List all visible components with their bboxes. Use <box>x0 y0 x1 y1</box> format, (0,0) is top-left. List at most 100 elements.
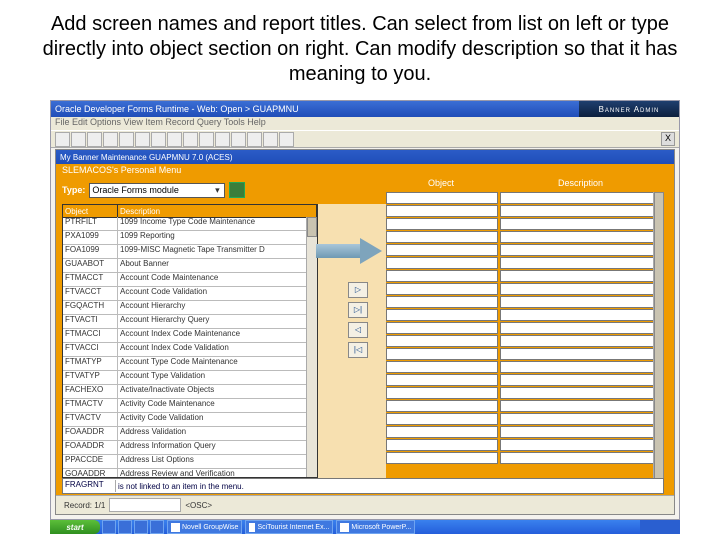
quicklaunch-icon[interactable] <box>150 520 164 534</box>
save-icon[interactable] <box>55 132 70 147</box>
remove-selection-button[interactable]: ◁ <box>348 322 368 338</box>
cell-description-input[interactable] <box>500 283 654 295</box>
table-row[interactable]: FOA10991099-MISC Magnetic Tape Transmitt… <box>63 245 307 259</box>
cell-description-input[interactable] <box>500 231 654 243</box>
table-row[interactable]: FOAADDRAddress Validation <box>63 427 307 441</box>
remove-all-button[interactable]: |◁ <box>348 342 368 358</box>
table-row[interactable] <box>386 244 654 257</box>
table-row[interactable] <box>386 439 654 452</box>
cell-object-input[interactable] <box>386 452 498 464</box>
table-row[interactable]: PXA10991099 Reporting <box>63 231 307 245</box>
table-row[interactable]: FGQACTHAccount Hierarchy <box>63 301 307 315</box>
cell-description-input[interactable] <box>500 387 654 399</box>
scroll-thumb[interactable] <box>307 217 317 237</box>
cell-description-input[interactable] <box>500 348 654 360</box>
cell-description-input[interactable] <box>500 244 654 256</box>
insert-icon[interactable] <box>103 132 118 147</box>
table-row[interactable] <box>386 348 654 361</box>
cell-description-input[interactable] <box>500 361 654 373</box>
cell-description-input[interactable] <box>500 257 654 269</box>
available-rows[interactable]: PTRFILT1099 Income Type Code Maintenance… <box>63 217 307 477</box>
table-row[interactable] <box>386 400 654 413</box>
next-record-icon[interactable] <box>199 132 214 147</box>
table-row[interactable]: FTMACCIAccount Index Code Maintenance <box>63 329 307 343</box>
cell-description-input[interactable] <box>500 400 654 412</box>
quicklaunch-icon[interactable] <box>118 520 132 534</box>
table-row[interactable]: FACHEXOActivate/Inactivate Objects <box>63 385 307 399</box>
table-row[interactable] <box>386 309 654 322</box>
start-button[interactable]: start <box>50 520 100 534</box>
table-row[interactable]: FOAADDRAddress Information Query <box>63 441 307 455</box>
cell-description-input[interactable] <box>500 374 654 386</box>
next-block-icon[interactable] <box>231 132 246 147</box>
cell-object-input[interactable] <box>386 283 498 295</box>
table-row[interactable] <box>386 231 654 244</box>
cell-description-input[interactable] <box>500 270 654 282</box>
insert-selection-button[interactable]: ▷ <box>348 282 368 298</box>
table-row[interactable] <box>386 452 654 465</box>
cell-description-input[interactable] <box>500 205 654 217</box>
cell-object-input[interactable] <box>386 244 498 256</box>
cell-object-input[interactable] <box>386 296 498 308</box>
table-row[interactable]: GUAABOTAbout Banner <box>63 259 307 273</box>
table-row[interactable] <box>386 387 654 400</box>
cell-object-input[interactable] <box>386 322 498 334</box>
prev-block-icon[interactable] <box>215 132 230 147</box>
cell-object-input[interactable] <box>386 218 498 230</box>
table-row[interactable]: FTMACCTAccount Code Maintenance <box>63 273 307 287</box>
cell-object-input[interactable] <box>386 413 498 425</box>
cell-description-input[interactable] <box>500 322 654 334</box>
quicklaunch-icon[interactable] <box>102 520 116 534</box>
table-row[interactable]: FTMATYPAccount Type Code Maintenance <box>63 357 307 371</box>
table-row[interactable]: FTVATYPAccount Type Validation <box>63 371 307 385</box>
menu-bar[interactable]: File Edit Options View Item Record Query… <box>51 117 679 130</box>
cell-object-input[interactable] <box>386 257 498 269</box>
table-row[interactable] <box>386 283 654 296</box>
cell-object-input[interactable] <box>386 387 498 399</box>
table-row[interactable]: FTVACTIAccount Hierarchy Query <box>63 315 307 329</box>
cell-object-input[interactable] <box>386 205 498 217</box>
table-row[interactable]: PTRFILT1099 Income Type Code Maintenance <box>63 217 307 231</box>
cell-object-input[interactable] <box>386 439 498 451</box>
cell-description-input[interactable] <box>500 296 654 308</box>
select-icon[interactable] <box>87 132 102 147</box>
table-row[interactable] <box>386 322 654 335</box>
execute-query-icon[interactable] <box>151 132 166 147</box>
table-row[interactable] <box>386 374 654 387</box>
cell-object-input[interactable] <box>386 374 498 386</box>
table-row[interactable]: FTVACCTAccount Code Validation <box>63 287 307 301</box>
table-row[interactable] <box>386 270 654 283</box>
cell-object-input[interactable] <box>386 335 498 347</box>
cell-object-input[interactable] <box>386 192 498 204</box>
insert-all-button[interactable]: ▷| <box>348 302 368 318</box>
cell-object-input[interactable] <box>386 400 498 412</box>
cell-object-input[interactable] <box>386 270 498 282</box>
table-row[interactable]: GOAADDRAddress Review and Verification <box>63 469 307 477</box>
system-tray[interactable] <box>640 520 680 534</box>
cell-description-input[interactable] <box>500 413 654 425</box>
form-titlebar[interactable]: My Banner Maintenance GUAPMNU 7.0 (ACES) <box>56 150 674 164</box>
enter-query-icon[interactable] <box>135 132 150 147</box>
table-row[interactable]: FTVACTVActivity Code Validation <box>63 413 307 427</box>
taskbar-button[interactable]: Novell GroupWise <box>167 520 242 534</box>
table-row[interactable] <box>386 426 654 439</box>
refresh-icon[interactable] <box>229 182 245 198</box>
delete-icon[interactable] <box>119 132 134 147</box>
cell-description-input[interactable] <box>500 452 654 464</box>
selected-rows[interactable] <box>386 192 654 478</box>
exit-icon[interactable] <box>279 132 294 147</box>
print-icon[interactable] <box>247 132 262 147</box>
cell-object-input[interactable] <box>386 231 498 243</box>
cell-description-input[interactable] <box>500 335 654 347</box>
scroll-thumb[interactable] <box>654 192 664 480</box>
cell-description-input[interactable] <box>500 218 654 230</box>
cell-object-input[interactable] <box>386 348 498 360</box>
cell-description-input[interactable] <box>500 192 654 204</box>
rollback-icon[interactable] <box>71 132 86 147</box>
prev-record-icon[interactable] <box>183 132 198 147</box>
cell-object-input[interactable] <box>386 426 498 438</box>
cell-object-input[interactable] <box>386 309 498 321</box>
table-row[interactable]: FTVACCIAccount Index Code Validation <box>63 343 307 357</box>
table-row[interactable] <box>386 205 654 218</box>
table-row[interactable]: PPACCDEAddress List Options <box>63 455 307 469</box>
